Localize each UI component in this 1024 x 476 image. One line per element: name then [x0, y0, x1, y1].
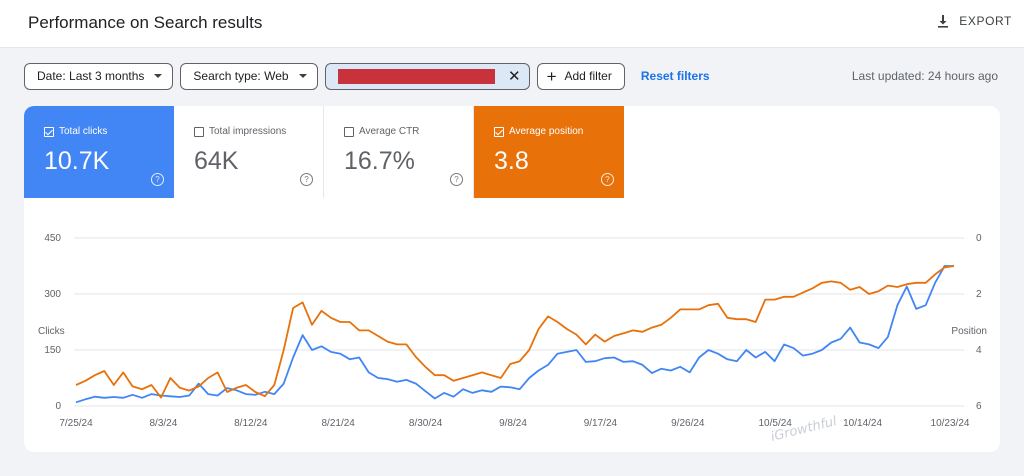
query-filter-chip[interactable]: ✕ — [324, 62, 530, 90]
x-tick-label: 8/30/24 — [409, 418, 443, 429]
right-tick-label: 0 — [976, 233, 982, 244]
x-tick-label: 9/26/24 — [671, 418, 705, 429]
x-tick-label: 9/17/24 — [584, 418, 618, 429]
left-tick-label: 450 — [44, 233, 61, 244]
right-tick-label: 6 — [976, 401, 982, 412]
metric-value: 10.7K — [44, 147, 110, 175]
checkbox-unchecked-icon[interactable] — [344, 126, 354, 137]
left-axis-label: Clicks — [38, 326, 65, 337]
checkbox-checked-icon[interactable] — [494, 126, 504, 137]
left-tick-label: 0 — [55, 401, 61, 412]
right-tick-label: 2 — [976, 289, 982, 300]
metric-value: 64K — [194, 147, 239, 175]
x-tick-label: 8/3/24 — [149, 418, 177, 429]
metric-cards: Total clicks 10.7K ? Total impressions 6… — [24, 106, 624, 198]
caret-down-icon — [298, 74, 307, 78]
x-tick-label: 10/23/24 — [931, 418, 970, 429]
date-filter-chip[interactable]: Date: Last 3 months — [24, 62, 174, 90]
x-tick-label: 7/25/24 — [59, 418, 93, 429]
reset-filters-link[interactable]: Reset filters — [641, 69, 710, 83]
help-icon[interactable]: ? — [151, 173, 164, 186]
search-type-chip[interactable]: Search type: Web — [180, 62, 318, 90]
add-filter-label: Add filter — [564, 69, 612, 83]
header-bar: Performance on Search results EXPORT — [0, 0, 1024, 48]
position-series-line — [75, 265, 955, 399]
page-title: Performance on Search results — [28, 13, 263, 32]
metric-label: Average CTR — [359, 126, 420, 137]
x-tick-label: 8/21/24 — [322, 418, 356, 429]
metric-label: Total clicks — [59, 126, 108, 137]
download-icon — [938, 15, 949, 28]
last-updated-text: Last updated: 24 hours ago — [851, 69, 998, 83]
x-tick-label: 10/5/24 — [759, 418, 793, 429]
right-tick-label: 4 — [976, 345, 982, 356]
add-filter-button[interactable]: + Add filter — [536, 62, 625, 90]
date-filter-label: Date: Last 3 months — [37, 69, 145, 83]
performance-card: Total clicks 10.7K ? Total impressions 6… — [24, 106, 1000, 452]
help-icon[interactable]: ? — [450, 173, 463, 186]
checkbox-checked-icon[interactable] — [44, 126, 54, 137]
metric-average-ctr[interactable]: Average CTR 16.7% ? — [324, 106, 474, 198]
clicks-series-line — [75, 265, 954, 404]
metric-label: Average position — [509, 126, 584, 137]
x-tick-label: 9/8/24 — [499, 418, 527, 429]
filter-bar: Date: Last 3 months Search type: Web ✕ +… — [24, 62, 710, 90]
left-tick-label: 300 — [44, 289, 61, 300]
search-type-label: Search type: Web — [193, 69, 289, 83]
metric-value: 16.7% — [344, 147, 415, 175]
right-axis-label: Position — [951, 326, 987, 337]
help-icon[interactable]: ? — [300, 173, 313, 186]
x-tick-label: 8/12/24 — [234, 418, 268, 429]
export-label: EXPORT — [959, 14, 1012, 28]
export-button[interactable]: EXPORT — [935, 13, 1012, 29]
x-tick-label: 10/14/24 — [843, 418, 882, 429]
metric-total-impressions[interactable]: Total impressions 64K ? — [174, 106, 324, 198]
close-icon[interactable]: ✕ — [508, 69, 521, 84]
caret-down-icon — [154, 74, 163, 78]
left-tick-label: 150 — [44, 345, 61, 356]
metric-total-clicks[interactable]: Total clicks 10.7K ? — [24, 106, 174, 198]
checkbox-unchecked-icon[interactable] — [194, 126, 204, 137]
plus-icon: + — [546, 66, 557, 86]
help-icon[interactable]: ? — [601, 173, 614, 186]
metric-average-position[interactable]: Average position 3.8 ? — [474, 106, 624, 198]
metric-value: 3.8 — [494, 147, 529, 175]
performance-chart: Clicks Position iGrowthful 450 0300 2150 40… — [38, 233, 987, 445]
redacted-query-text — [337, 68, 495, 84]
metric-label: Total impressions — [209, 126, 287, 137]
